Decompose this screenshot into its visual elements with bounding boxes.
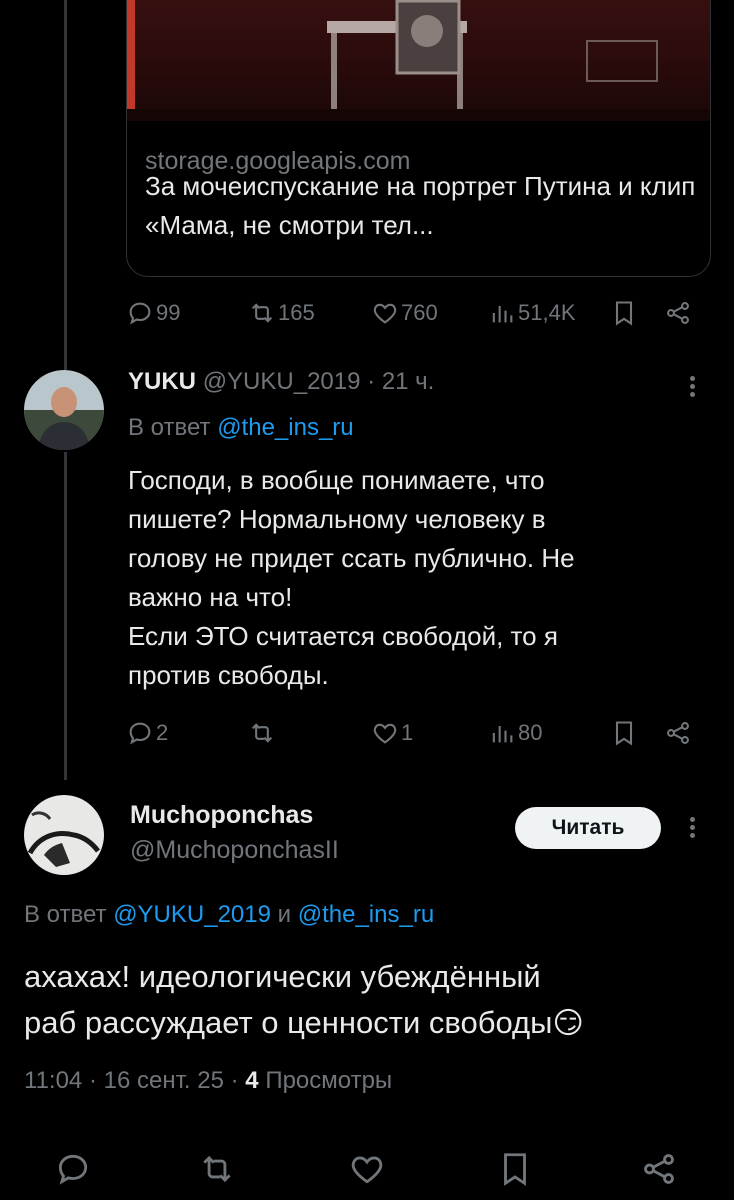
like-count: 760 [401,300,438,325]
reply1-actions: 2 1 80 [126,719,696,759]
reply-icon[interactable] [54,1150,92,1188]
reply2-views-label[interactable]: Просмотры [265,1067,392,1094]
reply1-text-line: Если ЭТО считается свободой, то я [128,621,558,651]
retweet-button[interactable]: 165 [248,299,315,327]
tweet-actions-top: 99 165 760 51,4K [126,299,696,339]
separator-dot: · [88,1067,97,1094]
reply-to-prefix: В ответ [24,901,107,928]
views-icon [492,726,513,743]
follow-button[interactable]: Читать [515,807,661,849]
reply2-more-icon[interactable] [690,814,696,841]
reply2-date: 16 сент. 25 [103,1067,224,1094]
reply2-text: ахахах! идеологически убеждённый раб рас… [24,954,714,1047]
avatar-yuku[interactable] [24,370,104,450]
retweet-icon[interactable] [198,1150,236,1188]
reply2-views-count[interactable]: 4 [245,1067,258,1094]
share-icon [667,722,689,744]
share-icon[interactable] [640,1150,678,1188]
views-count: 80 [518,720,543,745]
reply2-meta: 11:04 · 16 сент. 25 · 4 Просмотры [24,1067,392,1095]
like-button[interactable]: 760 [371,299,438,327]
reply2-text-line: раб рассуждает о ценности свободы😏 [24,1000,714,1047]
reply1-text-line: голову не придет ссать публично. Не [128,543,575,573]
reply-to-handle-2[interactable]: @the_ins_ru [298,901,434,928]
heart-icon[interactable] [348,1150,386,1188]
share-icon [667,302,689,324]
reply2-handle[interactable]: @MuchoponchasII [130,836,339,865]
reply2-actions [0,1150,734,1200]
heart-icon [373,723,397,744]
reply1-name[interactable]: YUKU [128,368,196,395]
reply2-reply-to: В ответ @YUKU_2019 и @the_ins_ru [24,901,434,929]
bookmark-button[interactable] [610,299,638,327]
retweet-count: 165 [278,300,315,325]
bookmark-icon [615,301,633,326]
avatar-muchoponchas[interactable] [24,795,104,875]
smirk-emoji-icon: 😏 [552,1007,584,1040]
link-card-title: За мочеиспускание на портрет Путина и кл… [145,171,696,240]
thread-line-middle [64,452,67,780]
views-button[interactable]: 51,4K [488,299,576,327]
link-card-image [127,0,710,121]
link-card[interactable]: storage.googleapis.com За мочеиспускание… [126,0,711,277]
retweet-icon [251,723,273,743]
separator-dot: · [230,1067,239,1094]
reply1-time[interactable]: 21 ч. [382,368,435,395]
reply1-more-icon[interactable] [690,373,696,400]
views-icon [492,306,513,323]
reply-count: 99 [156,300,181,325]
retweet-button[interactable] [248,719,276,747]
reply1-text: Господи, в вообще понимаете, что пишете?… [128,461,688,695]
separator-dot: · [367,368,376,395]
reply2-name[interactable]: Muchoponchas [130,801,313,830]
reply2-time: 11:04 [24,1067,83,1094]
bookmark-icon [615,721,633,746]
share-button[interactable] [664,299,692,327]
reply-button[interactable]: 2 [126,719,168,747]
reply-to-prefix: В ответ [128,414,211,441]
reply-count: 2 [156,720,169,745]
like-button[interactable]: 1 [371,719,413,747]
retweet-icon [251,303,273,323]
thread-line-top [64,0,67,370]
reply1-reply-to: В ответ @the_ins_ru [128,414,354,442]
reply1-text-line: важно на что! [128,582,293,612]
reply-icon [129,722,151,745]
reply-to-and: и [277,901,292,928]
views-count: 51,4K [518,300,576,325]
reply-to-handle-1[interactable]: @YUKU_2019 [113,901,271,928]
reply-button[interactable]: 99 [126,299,180,327]
heart-icon [373,303,397,324]
reply2-text-line-2: раб рассуждает о ценности свободы [24,1005,553,1040]
reply-to-handle[interactable]: @the_ins_ru [217,414,353,441]
bookmark-button[interactable] [610,719,638,747]
like-count: 1 [401,720,414,745]
reply1-handle[interactable]: @YUKU_2019 [203,368,361,395]
reply2-text-line: ахахах! идеологически убеждённый [24,959,541,994]
reply1-text-line: против свободы. [128,660,329,690]
reply-icon [129,302,151,325]
views-button[interactable]: 80 [488,719,542,747]
bookmark-icon[interactable] [496,1150,534,1188]
reply1-text-line: Господи, в вообще понимаете, что [128,465,545,495]
reply1-header: YUKU @YUKU_2019 · 21 ч. [128,368,434,396]
reply1-text-line: пишете? Нормальному человеку в [128,504,546,534]
share-button[interactable] [664,719,692,747]
